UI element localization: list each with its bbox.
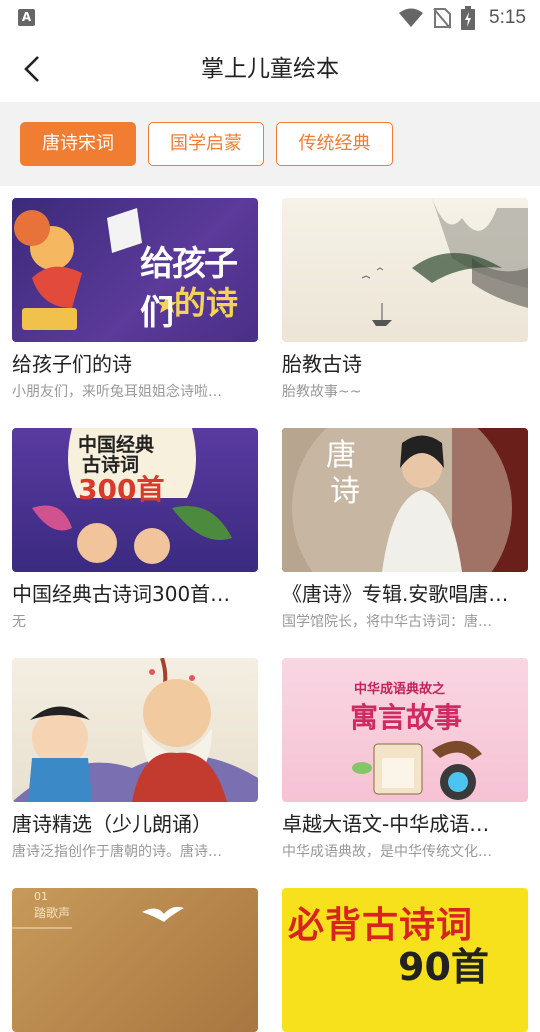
book-subtitle: 胎教故事~~	[282, 384, 362, 400]
book-card[interactable]: 中华成语典故之 寓言故事 卓越大语文-中华成语… 中华成语典故，是中华传统文化…	[282, 658, 528, 862]
wifi-icon	[399, 8, 424, 27]
book-cover[interactable]: 必背古诗词 90首	[282, 888, 528, 1032]
book-card[interactable]: 中国经典 古诗词 300首 中国经典古诗词300首… 无	[12, 428, 258, 632]
book-card[interactable]: 唐诗精选（少儿朗诵） 唐诗泛指创作于唐朝的诗。唐诗…	[12, 658, 258, 862]
cover-illustration	[282, 428, 528, 572]
book-title[interactable]: 胎教古诗	[282, 350, 528, 378]
book-cover[interactable]: 中国经典 古诗词 300首	[12, 428, 258, 572]
book-title[interactable]: 中国经典古诗词300首…	[12, 580, 258, 608]
cover-text-line2: 踏歌声	[34, 906, 71, 920]
book-subtitle: 国学馆院长，将中华古诗词：唐…	[282, 614, 492, 630]
book-cover[interactable]: 给孩子们 的诗	[12, 198, 258, 342]
cover-illustration	[361, 198, 528, 326]
cover-text-line2: 诗	[330, 474, 360, 509]
book-title[interactable]: 给孩子们的诗	[12, 350, 258, 378]
book-card[interactable]: 01 踏歌声	[12, 888, 258, 1032]
page-title: 掌上儿童绘本	[201, 56, 339, 82]
notification-icon: A	[18, 9, 35, 26]
book-grid: 给孩子们 的诗 给孩子们的诗 小朋友们，来听兔耳姐姐念诗啦… 胎教古诗 胎教故事…	[0, 186, 540, 1032]
cover-text-line2: 寓言故事	[350, 701, 463, 734]
book-cover[interactable]	[282, 198, 528, 342]
tab-traditional-classics[interactable]: 传统经典	[276, 122, 393, 166]
book-title[interactable]: 《唐诗》专辑.安歌唱唐…	[282, 580, 528, 608]
book-card[interactable]: 唐 诗 《唐诗》专辑.安歌唱唐… 国学馆院长，将中华古诗词：唐…	[282, 428, 528, 632]
book-cover[interactable]: 01 踏歌声	[12, 888, 258, 1032]
no-sim-icon	[433, 8, 452, 29]
book-title[interactable]: 卓越大语文-中华成语…	[282, 810, 528, 838]
status-time: 5:15	[489, 7, 526, 28]
book-cover[interactable]: 唐 诗	[282, 428, 528, 572]
cover-text-line2: 90首	[398, 945, 489, 989]
book-subtitle: 中华成语典故，是中华传统文化…	[282, 844, 492, 860]
book-card[interactable]: 给孩子们 的诗 给孩子们的诗 小朋友们，来听兔耳姐姐念诗啦…	[12, 198, 258, 402]
status-bar: A 5:15	[0, 0, 540, 36]
cover-illustration	[12, 658, 258, 802]
book-subtitle: 无	[12, 614, 26, 630]
book-cover[interactable]: 中华成语典故之 寓言故事	[282, 658, 528, 802]
cover-text-line1: 01	[34, 890, 48, 903]
back-arrow-icon[interactable]	[18, 54, 48, 84]
category-tab-bar: 唐诗宋词 国学启蒙 传统经典	[0, 102, 540, 186]
cover-text-line3: 300首	[78, 473, 165, 506]
tab-guoxue-primer[interactable]: 国学启蒙	[148, 122, 264, 166]
tab-tang-poetry[interactable]: 唐诗宋词	[20, 122, 136, 166]
cover-text-line1: 中华成语典故之	[354, 682, 446, 697]
battery-charging-icon	[461, 6, 476, 30]
app-header: 掌上儿童绘本	[0, 36, 540, 102]
book-card[interactable]: 必背古诗词 90首	[282, 888, 528, 1032]
book-title[interactable]: 唐诗精选（少儿朗诵）	[12, 810, 258, 838]
book-subtitle: 唐诗泛指创作于唐朝的诗。唐诗…	[12, 844, 222, 860]
book-card[interactable]: 胎教古诗 胎教故事~~	[282, 198, 528, 402]
book-subtitle: 小朋友们，来听兔耳姐姐念诗啦…	[12, 384, 222, 400]
cover-text-line2: 的诗	[174, 284, 239, 322]
book-cover[interactable]	[12, 658, 258, 802]
